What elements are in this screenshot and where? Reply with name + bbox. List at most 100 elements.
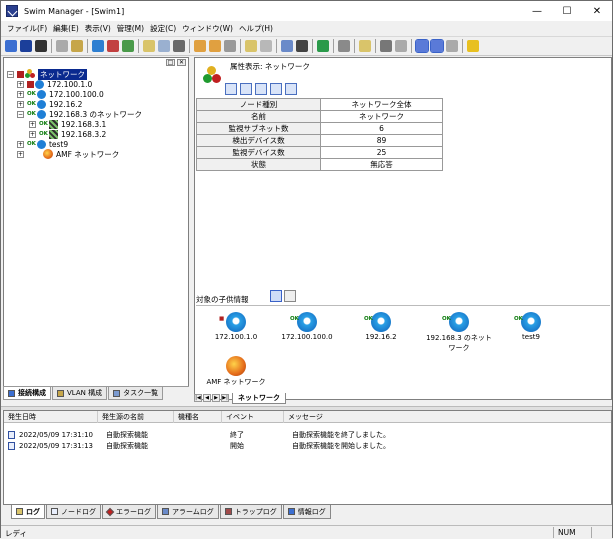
tree-item-192-168-3-2[interactable]: + OK 192.168.3.2 [7, 129, 187, 139]
tree-item-test9[interactable]: + OK test9 [7, 139, 187, 149]
find-icon[interactable] [35, 40, 47, 52]
swap-icon[interactable] [255, 83, 267, 95]
maximize-button[interactable]: ☐ [552, 1, 582, 21]
table-row[interactable]: 2022/05/09 17:31:13 自動探索機能 開始 自動探索機能を開始し… [4, 441, 611, 451]
expand-icon[interactable]: + [17, 100, 24, 108]
prev-tab-arrow[interactable]: ◀ [203, 394, 211, 402]
help-icon[interactable] [467, 40, 479, 52]
mode3-icon[interactable] [446, 40, 458, 52]
first-tab-arrow[interactable]: |◀ [194, 394, 202, 402]
collapse-icon[interactable]: − [17, 110, 24, 118]
new-icon[interactable] [5, 40, 17, 52]
tab-info-log[interactable]: 情報ログ [282, 505, 331, 519]
col-event[interactable]: イベント [222, 410, 284, 423]
tab-connection[interactable]: 接続構成 [3, 387, 51, 400]
tool3-icon[interactable] [224, 40, 236, 52]
tab-error-log[interactable]: エラーログ [102, 505, 156, 519]
log-entry-icon [8, 442, 15, 450]
link-icon[interactable] [122, 40, 134, 52]
tree-item-172-100-100-0[interactable]: + OK 172.100.100.0 [7, 89, 187, 99]
child-label: 172.100.100.0 [281, 333, 333, 341]
monitor-icon[interactable] [158, 40, 170, 52]
device-icon[interactable] [107, 40, 119, 52]
tab-tasks[interactable]: タスク一覧 [108, 387, 164, 400]
property-key: 監視デバイス数 [196, 146, 321, 159]
pane-close-button[interactable]: ✕ [177, 59, 186, 66]
expand-icon[interactable]: + [29, 130, 36, 138]
menu-help[interactable]: ヘルプ(H) [239, 23, 273, 34]
expand-icon[interactable]: + [17, 140, 24, 148]
network-icon[interactable] [92, 40, 104, 52]
expand-icon[interactable]: + [29, 120, 36, 128]
child-172-100-100-0[interactable]: OK 172.100.100.0 [272, 312, 342, 341]
menu-manage[interactable]: 管理(M) [117, 23, 144, 34]
list-view-button[interactable] [284, 290, 296, 302]
export-icon[interactable] [359, 40, 371, 52]
move-top-icon[interactable] [240, 83, 252, 95]
subnet-icon [36, 89, 46, 99]
tool1-icon[interactable] [194, 40, 206, 52]
child-192-16-2[interactable]: OK 192.16.2 [346, 312, 416, 341]
map-icon[interactable] [281, 40, 293, 52]
child-192-168-3-network[interactable]: OK 192.168.3 のネットワーク [424, 312, 494, 353]
print-icon[interactable] [380, 40, 392, 52]
settings-icon[interactable] [338, 40, 350, 52]
menu-settings[interactable]: 設定(C) [150, 23, 176, 34]
tab-trap-log[interactable]: トラップログ [219, 505, 282, 519]
col-source[interactable]: 発生源の名前 [98, 410, 174, 423]
tab-node-log[interactable]: ノードログ [46, 505, 101, 519]
icon-view-button[interactable] [270, 290, 282, 302]
expand-icon[interactable]: + [17, 80, 24, 88]
properties-icon[interactable] [71, 40, 83, 52]
tree-item-172-100-1-0[interactable]: + 172.100.1.0 [7, 79, 187, 89]
stats-icon[interactable] [173, 40, 185, 52]
child-test9[interactable]: OK test9 [496, 312, 566, 341]
tree-item-192-168-3-network[interactable]: − OK 192.168.3 のネットワーク [7, 109, 187, 119]
tree-item-192-16-2[interactable]: + OK 192.16.2 [7, 99, 187, 109]
next-tab-arrow[interactable]: ▶ [212, 394, 220, 402]
last-tab-arrow[interactable]: ▶| [221, 394, 229, 402]
property-key: 状態 [196, 158, 321, 171]
mode1-icon[interactable] [415, 39, 429, 53]
tree-item-root[interactable]: − ネットワーク [7, 68, 187, 80]
ok-badge: OK [39, 131, 48, 137]
child-172-100-1-0[interactable]: ■ 172.100.1.0 [201, 312, 271, 341]
expand-icon[interactable]: + [17, 90, 24, 98]
tab-log[interactable]: ログ [11, 505, 45, 519]
close-button[interactable]: ✕ [582, 1, 612, 21]
menu-window[interactable]: ウィンドウ(W) [182, 23, 233, 34]
tool2-icon[interactable] [209, 40, 221, 52]
menu-view[interactable]: 表示(V) [85, 23, 111, 34]
tree-item-amf-network[interactable]: + AMF ネットワーク [7, 149, 187, 159]
tab-alarm-log[interactable]: アラームログ [157, 505, 219, 519]
menu-file[interactable]: ファイル(F) [7, 23, 47, 34]
refresh-icon[interactable] [20, 40, 32, 52]
property-value: 6 [320, 122, 443, 135]
chart-icon[interactable] [143, 40, 155, 52]
log-source: 自動探索機能 [106, 442, 148, 450]
folder-icon[interactable] [245, 40, 257, 52]
topology-icon[interactable] [296, 40, 308, 52]
list-icon[interactable] [260, 40, 272, 52]
tab-network[interactable]: ネットワーク [232, 392, 286, 404]
expand-icon[interactable] [317, 40, 329, 52]
delete-icon[interactable] [56, 40, 68, 52]
edit-icon[interactable] [285, 83, 297, 95]
col-time[interactable]: 発生日時 [4, 410, 98, 423]
preview-icon[interactable] [395, 40, 407, 52]
copy-icon[interactable] [270, 83, 282, 95]
mode2-icon[interactable] [430, 39, 444, 53]
table-row[interactable]: 2022/05/09 17:31:10 自動探索機能 終了 自動探索機能を終了し… [4, 430, 611, 440]
alarm-icon: ■ [219, 316, 225, 322]
collapse-icon[interactable]: − [7, 70, 14, 78]
col-message[interactable]: メッセージ [284, 411, 611, 423]
tab-vlan[interactable]: VLAN 構成 [52, 387, 108, 400]
col-model[interactable]: 機種名 [174, 410, 222, 423]
move-up-icon[interactable] [225, 83, 237, 95]
expand-icon[interactable]: + [17, 150, 24, 158]
child-amf-network[interactable]: AMF ネットワーク [201, 356, 271, 387]
minimize-button[interactable]: — [522, 1, 552, 21]
pane-restore-button[interactable]: □ [166, 59, 175, 66]
menu-edit[interactable]: 編集(E) [53, 23, 79, 34]
tree-item-192-168-3-1[interactable]: + OK 192.168.3.1 [7, 119, 187, 129]
